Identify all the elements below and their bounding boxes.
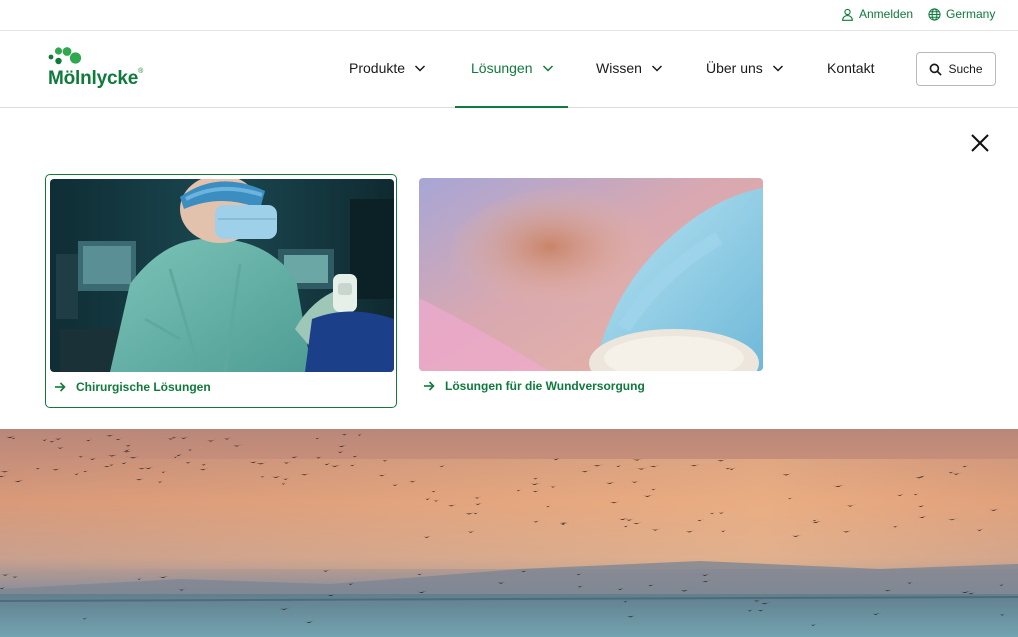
- gloved-hand-wound-care-photo: [419, 178, 763, 371]
- search-icon: [930, 63, 943, 76]
- chevron-down-icon: [651, 65, 662, 72]
- menu-card-link[interactable]: Chirurgische Lösungen: [54, 380, 211, 394]
- menu-card-chirurgische-loesungen[interactable]: Chirurgische Lösungen: [45, 174, 397, 408]
- brand-name: Mölnlycke: [48, 68, 139, 89]
- active-nav-indicator: [455, 106, 568, 108]
- nav-wissen[interactable]: Wissen: [596, 60, 663, 76]
- nav-kontakt[interactable]: Kontakt: [827, 60, 874, 76]
- nav-kontakt-label: Kontakt: [827, 60, 875, 76]
- menu-card-link[interactable]: Lösungen für die Wundversorgung: [423, 379, 645, 393]
- user-icon: [842, 8, 853, 21]
- brand-logo[interactable]: Mölnlycke®: [48, 46, 144, 92]
- nav-produkte[interactable]: Produkte: [349, 60, 426, 76]
- nav-ueber-uns[interactable]: Über uns: [706, 60, 784, 76]
- logo-dots-icon: [48, 47, 82, 65]
- nav-produkte-label: Produkte: [349, 60, 406, 76]
- nav-loesungen-label: Lösungen: [471, 60, 533, 76]
- globe-icon: [928, 7, 941, 21]
- search-button[interactable]: Suche: [916, 52, 996, 86]
- brand-registered-mark: ®: [138, 68, 144, 75]
- menu-card-label: Chirurgische Lösungen: [76, 380, 211, 394]
- login-link[interactable]: Anmelden: [841, 7, 913, 21]
- chevron-down-icon: [542, 65, 553, 72]
- arrow-right-icon: [55, 382, 66, 392]
- surgeon-photo: [50, 179, 394, 372]
- chevron-down-icon: [772, 65, 783, 72]
- utility-bar: Anmelden Germany: [0, 0, 1018, 31]
- nav-ueber-uns-label: Über uns: [706, 60, 763, 76]
- chevron-down-icon: [415, 65, 426, 72]
- nav-loesungen[interactable]: Lösungen: [471, 60, 554, 76]
- country-label: Germany: [946, 7, 996, 21]
- menu-card-label: Lösungen für die Wundversorgung: [445, 379, 645, 393]
- nav-wissen-label: Wissen: [596, 60, 642, 76]
- menu-card-wundversorgung[interactable]: Lösungen für die Wundversorgung: [415, 174, 767, 408]
- country-selector[interactable]: Germany: [928, 7, 995, 21]
- hero-image: [0, 429, 1018, 637]
- close-icon[interactable]: [969, 132, 991, 154]
- brand-wordmark: Mölnlycke®: [48, 68, 143, 90]
- main-header: Mölnlycke® Produkte Lösungen Wissen Über…: [0, 32, 1018, 108]
- search-label: Suche: [948, 62, 983, 76]
- login-label: Anmelden: [859, 7, 914, 21]
- arrow-right-icon: [424, 381, 435, 391]
